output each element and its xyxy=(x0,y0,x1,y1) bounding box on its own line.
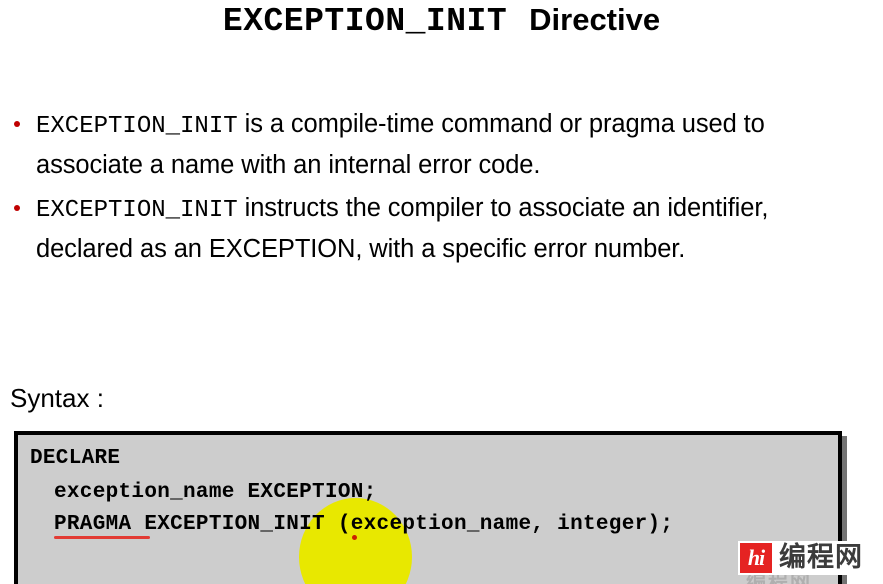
list-item: EXCEPTION_INIT instructs the compiler to… xyxy=(10,189,870,269)
cursor-dot-icon xyxy=(352,535,357,540)
page-title-sans: Directive xyxy=(529,2,661,37)
code-line: exception_name EXCEPTION; xyxy=(54,481,377,504)
watermark-brand-text: 编程网 xyxy=(779,542,863,573)
bullet-dot-icon xyxy=(14,121,20,127)
red-underline-annotation xyxy=(54,536,150,539)
page-title: EXCEPTION_INIT Directive xyxy=(0,2,883,40)
bullet-list: EXCEPTION_INIT is a compile-time command… xyxy=(10,105,870,273)
bullet-dot-icon xyxy=(14,205,20,211)
list-item-code-lead: EXCEPTION_INIT xyxy=(36,113,238,140)
code-line: DECLARE xyxy=(30,447,121,470)
syntax-code-box: DECLARE exception_name EXCEPTION; PRAGMA… xyxy=(14,431,842,584)
watermark: hi 编程网 xyxy=(738,541,867,575)
watermark-logo-icon: hi xyxy=(740,543,772,573)
list-item: EXCEPTION_INIT is a compile-time command… xyxy=(10,105,870,185)
list-item-code-lead: EXCEPTION_INIT xyxy=(36,197,238,224)
yellow-highlight-annotation xyxy=(299,498,412,584)
code-line: PRAGMA EXCEPTION_INIT (exception_name, i… xyxy=(54,513,674,536)
page-title-mono: EXCEPTION_INIT xyxy=(222,3,508,40)
syntax-label: Syntax : xyxy=(10,383,104,413)
slide-canvas: EXCEPTION_INIT Directive EXCEPTION_INIT i… xyxy=(0,0,883,584)
